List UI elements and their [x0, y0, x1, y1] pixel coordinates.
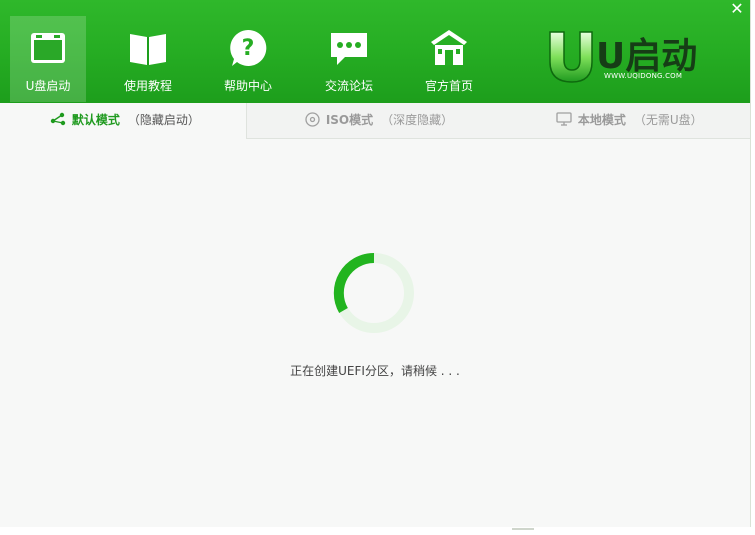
- tab-sublabel: （隐藏启动）: [127, 113, 200, 127]
- header-bar: ✕ U盘启动 使用教程 ? 帮助中心 交流论坛 官方首页 U启动 WWW.UQI…: [0, 0, 750, 103]
- tab-sublabel: （深度隐藏）: [381, 113, 454, 127]
- tab-sublabel: （无需U盘）: [633, 113, 703, 127]
- window-bottom-edge: [0, 527, 755, 535]
- tab-local-mode[interactable]: 本地模式 （无需U盘）: [498, 103, 750, 138]
- svg-text:?: ?: [242, 36, 255, 61]
- loading-spinner: [333, 252, 414, 333]
- close-button[interactable]: ✕: [728, 0, 746, 18]
- nav-homepage[interactable]: 官方首页: [411, 18, 487, 98]
- nav-tutorial[interactable]: 使用教程: [110, 18, 186, 98]
- resize-grip: [512, 528, 534, 530]
- nav-label: U盘启动: [25, 79, 71, 93]
- share-icon: [50, 112, 66, 126]
- book-icon: [130, 34, 166, 65]
- tab-label: 本地模式: [577, 113, 626, 127]
- nav-label: 使用教程: [123, 79, 172, 93]
- help-icon: ?: [230, 29, 267, 67]
- logo-text: U启动: [596, 36, 697, 77]
- monitor-icon: [556, 112, 572, 126]
- tab-default-mode[interactable]: 默认模式 （隐藏启动）: [0, 103, 247, 139]
- logo-url: WWW.UQIDONG.COM: [604, 72, 683, 80]
- tab-label: ISO模式: [325, 113, 374, 127]
- nav-label: 帮助中心: [223, 79, 272, 93]
- status-message: 正在创建UEFI分区，请稍候 . . .: [290, 364, 460, 378]
- chat-icon: [331, 33, 367, 65]
- home-icon: [431, 30, 467, 65]
- disc-icon: [305, 111, 320, 127]
- nav-forum[interactable]: 交流论坛: [311, 18, 387, 98]
- nav-label: 官方首页: [424, 79, 473, 93]
- tab-label: 默认模式: [71, 113, 120, 127]
- nav-help[interactable]: ? 帮助中心: [210, 18, 286, 98]
- close-icon: ✕: [730, 0, 744, 18]
- app-window: ✕ U盘启动 使用教程 ? 帮助中心 交流论坛 官方首页 U启动 WWW.UQI…: [0, 0, 751, 528]
- nav-usb-boot[interactable]: U盘启动: [10, 16, 86, 102]
- tab-iso-mode[interactable]: ISO模式 （深度隐藏）: [247, 103, 497, 138]
- window-icon: [31, 33, 65, 63]
- mode-tabbar: 默认模式 （隐藏启动） ISO模式 （深度隐藏） 本地模式 （无需U盘）: [0, 103, 750, 139]
- nav-label: 交流论坛: [324, 79, 373, 93]
